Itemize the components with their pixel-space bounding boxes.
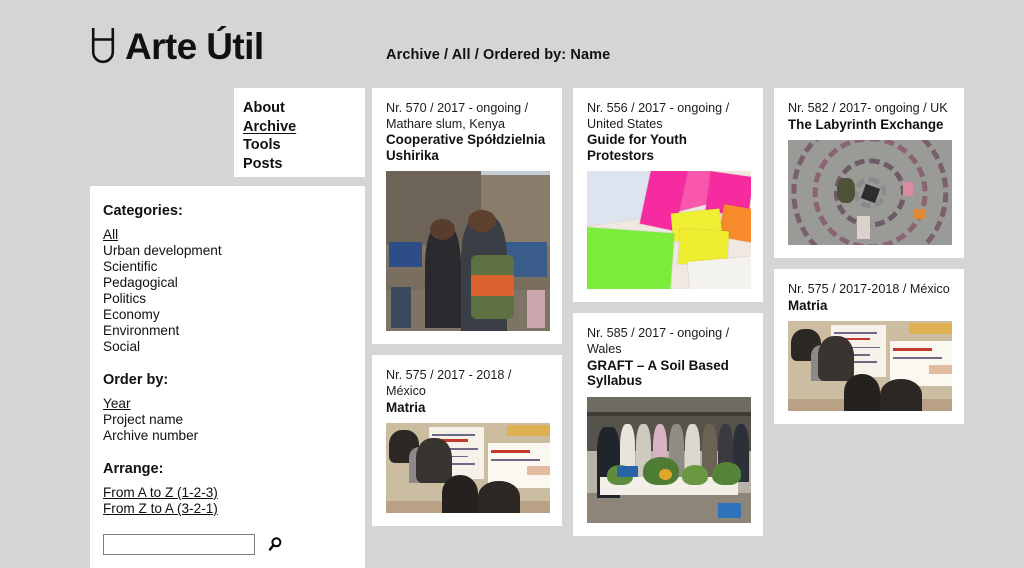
archive-card[interactable]: Nr. 575 / 2017 - 2018 / México Matria (372, 355, 562, 527)
magnet-u-icon (90, 26, 116, 66)
search-icon[interactable] (267, 535, 282, 554)
nav-item-tools[interactable]: Tools (243, 137, 281, 155)
card-meta: Nr. 556 / 2017 - ongoing / United States (587, 101, 730, 131)
order-by-heading: Order by: (103, 372, 169, 388)
categories-heading: Categories: (103, 203, 183, 219)
card-thumbnail-kenya-street[interactable] (386, 171, 550, 332)
nav-row: Posts (243, 155, 365, 174)
category-item-all[interactable]: All (103, 227, 118, 243)
nav-row: About (243, 99, 365, 118)
card-title: Matria (386, 399, 426, 415)
nav-item-about[interactable]: About (243, 100, 285, 118)
category-item-social[interactable]: Social (103, 339, 140, 355)
card-title: Cooperative Spółdzielnia Ushirika (386, 132, 546, 163)
card-thumbnail-neon-leaflets[interactable] (587, 171, 751, 290)
card-meta: Nr. 575 / 2017-2018 / México (788, 282, 950, 297)
archive-card[interactable]: Nr. 556 / 2017 - ongoing / United States… (573, 88, 763, 303)
main-navigation: About Archive Tools Posts (234, 88, 365, 177)
order-by-item-year[interactable]: Year (103, 396, 130, 412)
site-logo[interactable]: Arte Útil (90, 26, 264, 66)
archive-card[interactable]: Nr. 585 / 2017 - ongoing / Wales GRAFT –… (573, 313, 763, 536)
arrange-item-a-to-z[interactable]: From A to Z (1-2-3) (103, 485, 218, 501)
card-thumbnail-labyrinth-spiral[interactable] (788, 140, 952, 246)
card-title: GRAFT – A Soil Based Syllabus (587, 357, 729, 389)
archive-card[interactable]: Nr. 582 / 2017- ongoing / UK The Labyrin… (774, 88, 964, 259)
card-title: The Labyrinth Exchange (788, 116, 944, 132)
arrange-heading: Arrange: (103, 461, 164, 477)
card-meta: Nr. 575 / 2017 - 2018 / México (386, 368, 512, 398)
archive-column: Nr. 556 / 2017 - ongoing / United States… (573, 88, 763, 568)
nav-item-archive[interactable]: Archive (243, 119, 296, 137)
order-by-item-archive-number[interactable]: Archive number (103, 428, 198, 444)
nav-row: Tools (243, 136, 365, 155)
arrange-list: From A to Z (1-2-3) From Z to A (3-2-1) (103, 485, 365, 517)
category-item-scientific[interactable]: Scientific (103, 259, 157, 275)
search-input[interactable] (104, 535, 267, 554)
card-title: Guide for Youth Protestors (587, 132, 687, 163)
card-thumbnail-workshop[interactable] (788, 321, 952, 412)
filter-sidebar: Categories: All Urban development Scient… (90, 186, 365, 568)
archive-column: Nr. 570 / 2017 - ongoing / Mathare slum,… (372, 88, 562, 568)
order-by-item-project-name[interactable]: Project name (103, 412, 183, 428)
archive-column: Nr. 582 / 2017- ongoing / UK The Labyrin… (774, 88, 964, 568)
archive-card[interactable]: Nr. 575 / 2017-2018 / México Matria (774, 269, 964, 425)
category-item-pedagogical[interactable]: Pedagogical (103, 275, 178, 291)
site-title: Arte Útil (125, 25, 264, 67)
card-meta: Nr. 570 / 2017 - ongoing / Mathare slum,… (386, 101, 529, 131)
search-box[interactable] (103, 534, 282, 555)
archive-card[interactable]: Nr. 570 / 2017 - ongoing / Mathare slum,… (372, 88, 562, 345)
arrange-item-z-to-a[interactable]: From Z to A (3-2-1) (103, 501, 218, 517)
card-meta: Nr. 585 / 2017 - ongoing / Wales (587, 326, 730, 356)
archive-grid: Nr. 570 / 2017 - ongoing / Mathare slum,… (372, 88, 1024, 568)
category-item-environment[interactable]: Environment (103, 323, 179, 339)
card-thumbnail-graft-group[interactable] (587, 396, 751, 523)
nav-row: Archive (243, 118, 365, 137)
categories-list: All Urban development Scientific Pedagog… (103, 227, 365, 355)
breadcrumb: Archive / All / Ordered by: Name (386, 47, 611, 63)
category-item-urban-development[interactable]: Urban development (103, 243, 222, 259)
card-meta: Nr. 582 / 2017- ongoing / UK (788, 101, 948, 115)
order-by-list: Year Project name Archive number (103, 396, 365, 444)
nav-item-posts[interactable]: Posts (243, 156, 283, 174)
category-item-politics[interactable]: Politics (103, 291, 146, 307)
category-item-economy[interactable]: Economy (103, 307, 160, 323)
card-thumbnail-workshop[interactable] (386, 423, 550, 514)
card-title: Matria (788, 297, 828, 313)
